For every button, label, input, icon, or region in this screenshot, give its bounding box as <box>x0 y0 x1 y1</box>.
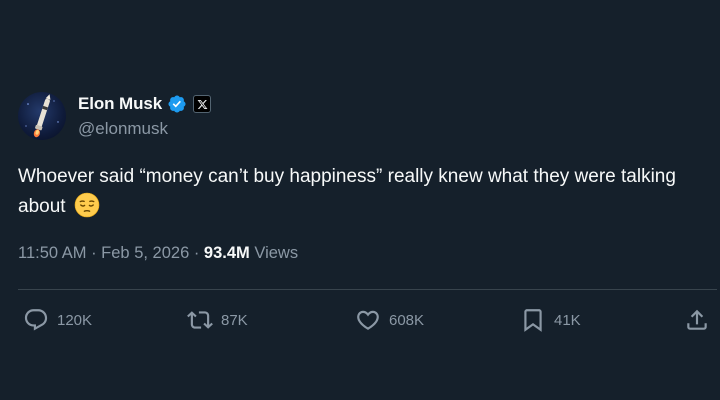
author-display-name[interactable]: Elon Musk <box>78 94 162 114</box>
post-metadata: 11:50 AM · Feb 5, 2026 · 93.4M Views <box>18 244 298 263</box>
views-label: Views <box>254 244 299 262</box>
x-logo-icon[interactable] <box>193 95 212 113</box>
share-button[interactable] <box>684 306 710 334</box>
author-handle[interactable]: @elonmusk <box>78 119 168 139</box>
repost-button[interactable]: 87K <box>187 306 248 334</box>
reply-button[interactable]: 120K <box>23 306 92 334</box>
like-button[interactable]: 608K <box>355 306 424 334</box>
bookmark-icon <box>520 307 546 333</box>
post-text-container: Whoever said “money can’t buy happiness”… <box>18 162 708 222</box>
reply-count: 120K <box>57 311 93 329</box>
meta-separator: · <box>86 244 102 262</box>
share-icon <box>684 307 710 333</box>
meta-separator: · <box>189 244 204 262</box>
views-count[interactable]: 93.4M <box>204 244 250 262</box>
post-time[interactable]: 11:50 AM <box>18 244 87 262</box>
action-bar: 120K 87K 608K 41K <box>0 300 720 340</box>
repost-count: 87K <box>221 311 248 329</box>
repost-icon <box>187 307 213 333</box>
pensive-face-emoji-icon <box>74 192 100 218</box>
post-card: Elon Musk @elonmusk Whoever said “money … <box>0 0 720 400</box>
like-count: 608K <box>389 311 425 329</box>
bookmark-count: 41K <box>554 311 581 329</box>
reply-icon <box>23 307 49 333</box>
post-date[interactable]: Feb 5, 2026 <box>101 244 189 262</box>
divider <box>18 289 717 290</box>
heart-icon <box>355 307 381 333</box>
verified-badge-icon[interactable] <box>167 94 187 114</box>
author-name-row: Elon Musk <box>78 93 212 115</box>
post-text: Whoever said “money can’t buy happiness”… <box>18 166 676 217</box>
author-avatar[interactable] <box>18 92 66 140</box>
bookmark-button[interactable]: 41K <box>520 306 581 334</box>
